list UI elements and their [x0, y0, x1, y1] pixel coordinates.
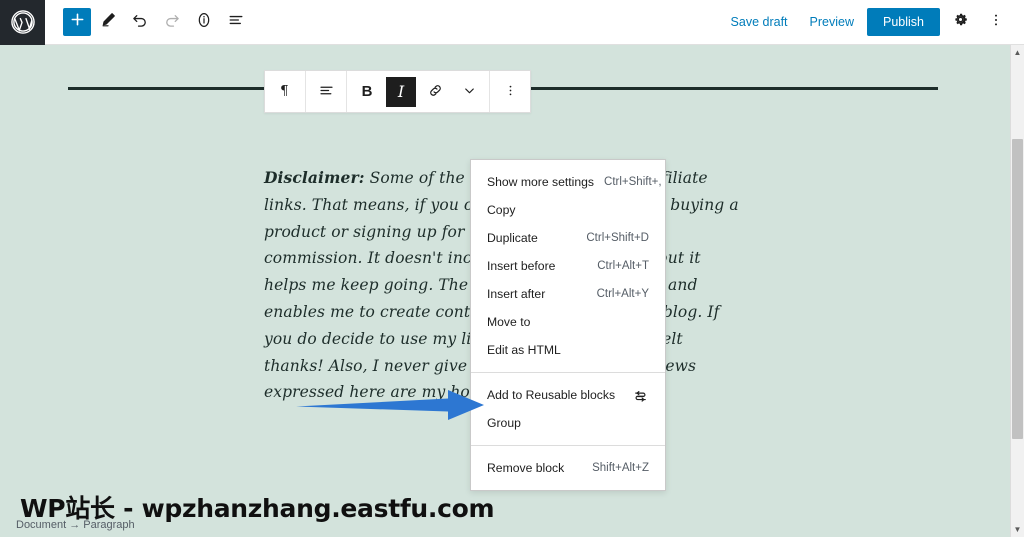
block-options-button[interactable]: [493, 72, 527, 111]
menu-item-label: Insert before: [487, 259, 556, 273]
align-left-icon: [318, 82, 335, 102]
pencil-icon: [100, 11, 117, 33]
menu-item-shortcut: Ctrl+Alt+Y: [596, 288, 649, 300]
menu-item-label: Remove block: [487, 461, 565, 475]
menu-item-insert-before[interactable]: Insert before Ctrl+Alt+T: [471, 252, 665, 280]
more-rich-text-button[interactable]: [452, 72, 486, 111]
menu-item-add-to-reusable-blocks[interactable]: Add to Reusable blocks: [471, 381, 665, 409]
block-options-group: [490, 71, 530, 112]
kebab-menu-icon: [503, 83, 518, 101]
text-format-group: B I: [347, 71, 490, 112]
menu-item-group[interactable]: Group: [471, 409, 665, 437]
save-draft-button[interactable]: Save draft: [722, 9, 797, 35]
wordpress-logo-button[interactable]: [0, 0, 45, 45]
menu-item-shortcut: Shift+Alt+Z: [592, 462, 649, 474]
svg-text:¶: ¶: [280, 83, 288, 98]
redo-button[interactable]: [157, 7, 187, 37]
plus-icon: [70, 12, 85, 32]
menu-item-label: Show more settings: [487, 175, 595, 189]
scroll-up-arrow-icon[interactable]: ▲: [1011, 45, 1024, 60]
block-type-paragraph-button[interactable]: ¶: [268, 72, 302, 111]
top-bar-left-tools: [45, 7, 251, 37]
top-bar-right-actions: Save draft Preview Publish: [722, 6, 1024, 38]
menu-item-show-more-settings[interactable]: Show more settings Ctrl+Shift+,: [471, 168, 665, 196]
menu-section-destructive: Remove block Shift+Alt+Z: [471, 445, 665, 490]
menu-item-edit-as-html[interactable]: Edit as HTML: [471, 336, 665, 364]
scrollbar-thumb[interactable]: [1012, 139, 1023, 439]
undo-button[interactable]: [125, 7, 155, 37]
paragraph-icon: ¶: [278, 82, 293, 101]
menu-item-shortcut: Ctrl+Shift+,: [604, 176, 662, 188]
gear-icon: [952, 11, 969, 33]
add-block-button[interactable]: [63, 8, 91, 36]
settings-button[interactable]: [944, 6, 976, 38]
menu-item-shortcut: Ctrl+Shift+D: [586, 232, 649, 244]
scroll-down-arrow-icon[interactable]: ▼: [1011, 522, 1024, 537]
preview-button[interactable]: Preview: [801, 9, 863, 35]
chevron-down-icon: [462, 83, 477, 101]
block-options-dropdown-menu: Show more settings Ctrl+Shift+, Copy Dup…: [470, 159, 666, 491]
menu-item-shortcut: Ctrl+Alt+T: [597, 260, 649, 272]
italic-button[interactable]: I: [386, 76, 416, 107]
editor-top-bar: Save draft Preview Publish: [0, 0, 1024, 45]
menu-item-label: Edit as HTML: [487, 343, 561, 357]
tools-pencil-button[interactable]: [93, 7, 123, 37]
menu-item-label: Duplicate: [487, 231, 538, 245]
watermark-text: WP站长 - wpzhanzhang.eastfu.com: [20, 494, 495, 523]
details-info-button[interactable]: [189, 7, 219, 37]
link-button[interactable]: [418, 72, 452, 111]
align-text-button[interactable]: [309, 72, 343, 111]
block-toolbar: ¶ B I: [264, 70, 531, 113]
menu-item-move-to[interactable]: Move to: [471, 308, 665, 336]
undo-icon: [131, 11, 149, 34]
menu-item-insert-after[interactable]: Insert after Ctrl+Alt+Y: [471, 280, 665, 308]
menu-item-label: Insert after: [487, 287, 546, 301]
menu-section-reusable: Add to Reusable blocks Group: [471, 372, 665, 445]
block-type-group: ¶: [265, 71, 306, 112]
menu-section-primary: Show more settings Ctrl+Shift+, Copy Dup…: [471, 160, 665, 372]
menu-item-label: Group: [487, 416, 521, 430]
menu-item-remove-block[interactable]: Remove block Shift+Alt+Z: [471, 454, 665, 482]
more-options-button[interactable]: [980, 6, 1012, 38]
menu-item-label: Copy: [487, 203, 516, 217]
redo-icon: [163, 11, 181, 34]
paragraph-lead-label: Disclaimer:: [264, 168, 365, 187]
vertical-scrollbar[interactable]: ▲ ▼: [1010, 45, 1024, 537]
menu-item-copy[interactable]: Copy: [471, 196, 665, 224]
reusable-block-icon: [622, 387, 649, 404]
info-circle-icon: [195, 11, 213, 34]
link-icon: [427, 82, 444, 102]
list-view-button[interactable]: [221, 7, 251, 37]
bold-button[interactable]: B: [350, 72, 384, 111]
list-view-icon: [227, 11, 245, 34]
alignment-group: [306, 71, 347, 112]
menu-item-label: Add to Reusable blocks: [487, 388, 616, 402]
menu-item-duplicate[interactable]: Duplicate Ctrl+Shift+D: [471, 224, 665, 252]
menu-item-label: Move to: [487, 315, 531, 329]
kebab-menu-icon: [988, 12, 1004, 33]
publish-button[interactable]: Publish: [867, 8, 940, 36]
wordpress-logo-icon: [10, 9, 36, 35]
